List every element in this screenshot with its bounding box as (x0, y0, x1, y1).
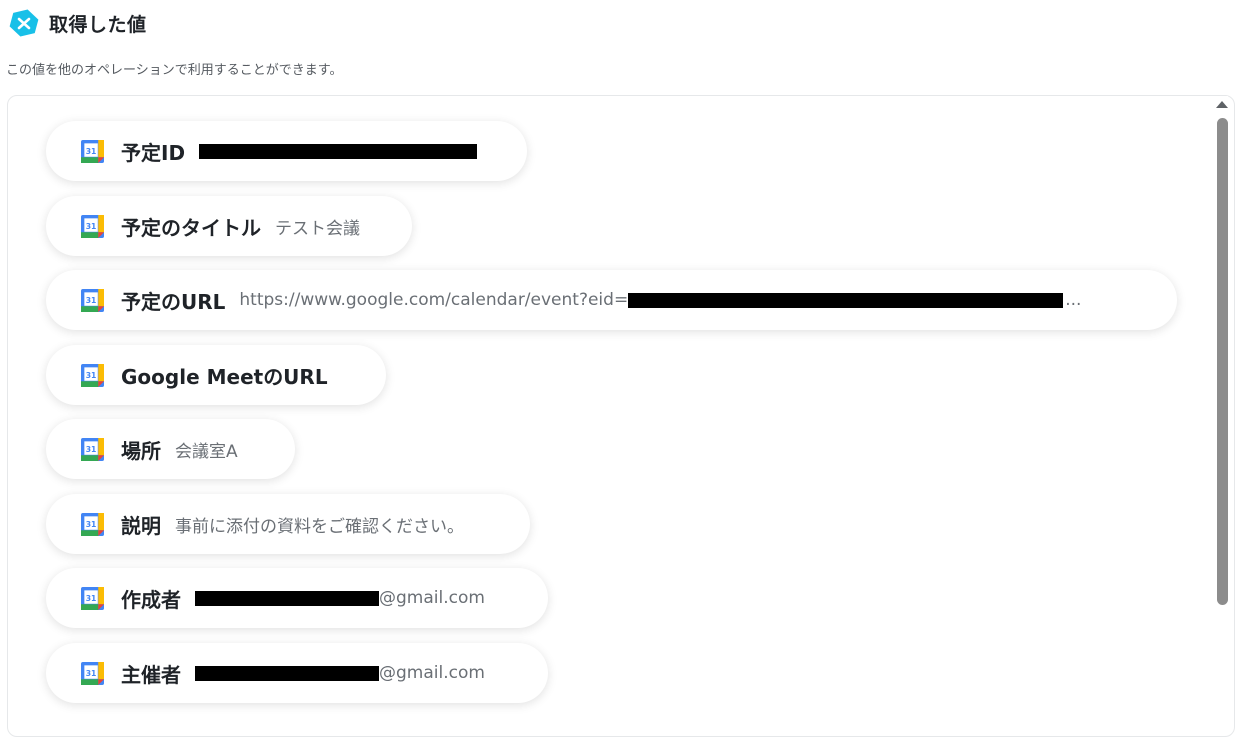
svg-text:31: 31 (86, 221, 97, 230)
redaction-bar (628, 292, 1064, 308)
item-value (199, 143, 478, 159)
svg-text:31: 31 (86, 668, 97, 677)
item-label: 説明 (121, 513, 161, 538)
svg-text:31: 31 (86, 593, 97, 602)
value-item-event-id[interactable]: 31 予定ID (46, 121, 527, 181)
item-value: @gmail.com (195, 588, 485, 608)
value-item-organizer[interactable]: 31 主催者 @gmail.com (46, 643, 548, 703)
item-label: 予定のURL (121, 289, 226, 314)
google-calendar-icon: 31 (81, 288, 104, 312)
item-label: 作成者 (121, 587, 181, 612)
google-calendar-icon: 31 (81, 363, 104, 387)
value-item-description[interactable]: 31 説明 事前に添付の資料をご確認ください。 (46, 494, 530, 554)
svg-text:31: 31 (86, 295, 97, 304)
item-value: 事前に添付の資料をご確認ください。 (175, 516, 464, 537)
item-value: @gmail.com (195, 663, 485, 683)
scrollbar-thumb[interactable] (1217, 118, 1228, 605)
google-calendar-icon: 31 (81, 214, 104, 238)
scroll-up-arrow-icon[interactable] (1216, 101, 1228, 108)
item-value: 会議室A (175, 441, 238, 462)
value-item-location[interactable]: 31 場所 会議室A (46, 419, 295, 479)
google-calendar-icon: 31 (81, 661, 104, 685)
values-panel: 31 予定ID 31 予定のタイトル テスト会議 31 予定のURL https… (7, 95, 1235, 737)
item-value: テスト会議 (275, 218, 360, 239)
google-calendar-icon: 31 (81, 437, 104, 461)
item-label: 主催者 (121, 662, 181, 687)
google-calendar-icon: 31 (81, 586, 104, 610)
item-label: Google MeetのURL (121, 364, 328, 389)
page-description: この値を他のオペレーションで利用することができます。 (6, 63, 343, 78)
svg-text:31: 31 (86, 146, 97, 155)
google-calendar-icon: 31 (81, 139, 104, 163)
header: 取得した値 (9, 8, 147, 38)
google-calendar-icon: 31 (81, 512, 104, 536)
redaction-bar (199, 143, 478, 159)
item-label: 予定ID (121, 140, 186, 165)
svg-text:31: 31 (86, 370, 97, 379)
value-item-meet-url[interactable]: 31 Google MeetのURL (46, 345, 386, 405)
redaction-bar (195, 590, 379, 606)
item-label: 場所 (121, 438, 161, 463)
value-item-event-url[interactable]: 31 予定のURL https://www.google.com/calenda… (46, 270, 1177, 330)
svg-text:31: 31 (86, 519, 97, 528)
value-item-creator[interactable]: 31 作成者 @gmail.com (46, 568, 548, 628)
item-value: https://www.google.com/calendar/event?ei… (239, 290, 1082, 310)
svg-text:31: 31 (86, 444, 97, 453)
value-item-event-title[interactable]: 31 予定のタイトル テスト会議 (46, 196, 412, 256)
redaction-bar (195, 665, 379, 681)
page-title: 取得した値 (49, 13, 147, 36)
app-logo-icon (9, 9, 39, 37)
item-label: 予定のタイトル (121, 215, 261, 240)
